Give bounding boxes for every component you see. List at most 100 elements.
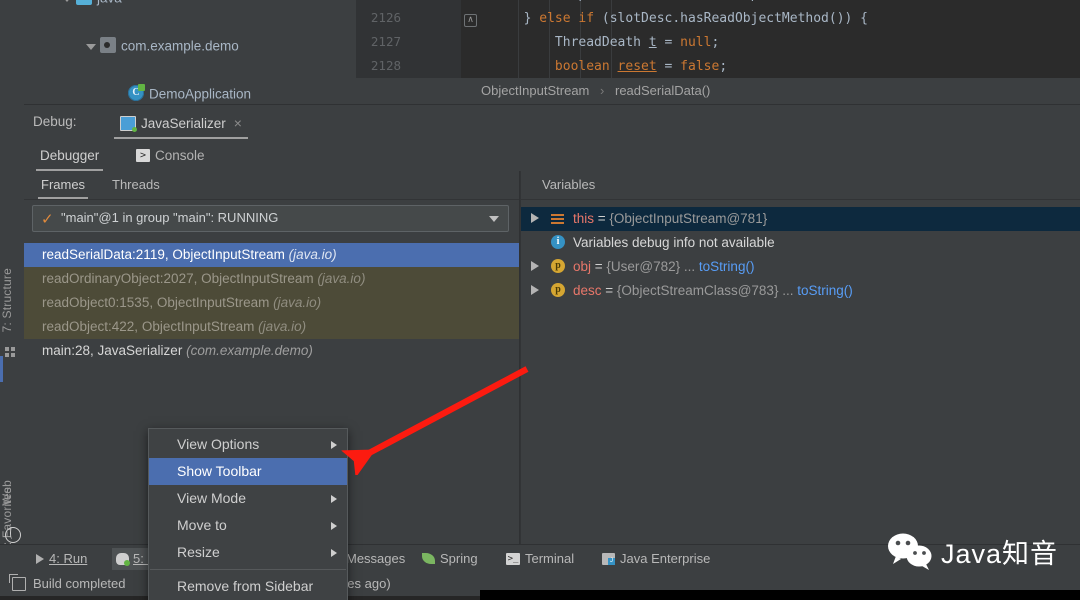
context-menu: View Options Show Toolbar View Mode Move… <box>148 428 348 600</box>
tab-variables[interactable]: Variables <box>539 175 598 197</box>
editor-gutter[interactable]: 2125 2126 2127 2128 <box>356 0 461 78</box>
tab-label: Frames <box>41 177 86 192</box>
frame-package: (com.example.demo) <box>186 343 313 358</box>
frame-name: readObject:422, ObjectInputStream <box>42 319 255 334</box>
variable-name: obj <box>573 259 592 274</box>
folder-icon <box>76 0 92 6</box>
variable-tostring-link[interactable]: toString() <box>797 283 853 298</box>
tree-item-package[interactable]: com.example.demo <box>24 34 356 58</box>
menu-item-view-options[interactable]: View Options <box>149 431 347 458</box>
debug-label: Debug: <box>33 114 77 129</box>
menu-item-resize[interactable]: Resize <box>149 539 347 566</box>
variable-row-obj[interactable]: obj = {User@782} ... toString() <box>521 255 1080 279</box>
menu-item-view-mode[interactable]: View Mode <box>149 485 347 512</box>
tab-label: Variables <box>542 177 596 192</box>
breadcrumb-class[interactable]: ObjectInputStream <box>481 83 589 98</box>
line-number: 2128 <box>370 58 401 73</box>
sidebar-item-structure[interactable]: 7: Structure <box>0 268 24 332</box>
frame-package: (java.io) <box>258 319 307 334</box>
tool-window-button-label: Spring <box>440 551 478 566</box>
tab-console[interactable]: > Console <box>132 145 209 169</box>
frame-name: readOrdinaryObject:2027, ObjectInputStre… <box>42 271 314 286</box>
submenu-arrow-icon <box>331 495 337 503</box>
chevron-right-icon[interactable] <box>531 285 539 295</box>
variable-row-info: Variables debug info not available <box>521 231 1080 255</box>
screen-edge-strip <box>480 590 1080 600</box>
tool-window-button-spring[interactable]: Spring <box>418 548 482 570</box>
structure-icon <box>5 344 19 358</box>
code-line[interactable]: boolean reset = false; <box>461 59 727 74</box>
variables-debug-info-note: Variables debug info not available <box>573 235 775 250</box>
menu-separator <box>150 569 346 570</box>
tool-window-button-label: Messages <box>346 551 406 566</box>
red-arrow-annotation <box>341 366 529 475</box>
code-line[interactable]: ThreadDeath t = null; <box>461 35 719 50</box>
ide-window: java com.example.demo DemoApplication Fa… <box>0 0 1080 600</box>
left-tool-sidebar[interactable]: 7: Structure 2: Favorites ★ Web <box>0 104 25 572</box>
debug-header: Debug: JavaSerializer × <box>24 105 1080 141</box>
code-line[interactable]: } else if (slotDesc.hasReadObjectMethod(… <box>461 11 868 26</box>
variable-text: this = {ObjectInputStream@781} <box>573 207 767 231</box>
tree-item-label: com.example.demo <box>121 38 239 54</box>
thread-selector[interactable]: ✓ "main"@1 in group "main": RUNNING <box>32 205 509 232</box>
variable-text: desc = {ObjectStreamClass@783} ... toStr… <box>573 279 853 303</box>
menu-item-label: View Options <box>177 436 260 452</box>
debug-tab-label: JavaSerializer <box>141 116 226 131</box>
breadcrumb[interactable]: ObjectInputStream › readSerialData() <box>356 78 1080 104</box>
sidebar-item-label: Web <box>0 480 14 506</box>
tab-debugger[interactable]: Debugger <box>36 145 104 171</box>
tool-window-button-java-enterprise[interactable]: Java Enterprise <box>598 548 714 570</box>
tree-item-java[interactable]: java <box>24 0 356 10</box>
run-icon <box>36 553 44 564</box>
sidebar-item-web-label[interactable]: Web <box>0 480 24 505</box>
chevron-right-icon[interactable] <box>531 261 539 271</box>
variable-value: {ObjectInputStream@781} <box>609 211 768 226</box>
breadcrumb-separator-icon: › <box>600 83 605 98</box>
chevron-down-icon[interactable] <box>489 216 499 222</box>
chevron-down-icon[interactable] <box>62 0 72 3</box>
tree-item-demoapplication[interactable]: DemoApplication <box>24 82 356 104</box>
close-icon[interactable]: × <box>234 115 242 131</box>
chevron-down-icon[interactable] <box>86 44 96 51</box>
tab-frames[interactable]: Frames <box>38 175 89 199</box>
field-icon <box>551 212 564 225</box>
variables-panel-tabs: Variables <box>521 171 1080 200</box>
tool-window-button-terminal[interactable]: >_ Terminal <box>502 548 578 570</box>
tool-window-button-label: Terminal <box>525 551 575 566</box>
frame-row[interactable]: readSerialData:2119, ObjectInputStream (… <box>24 243 537 267</box>
tool-window-button-run[interactable]: 4: Run <box>32 548 91 570</box>
wechat-icon <box>887 533 932 570</box>
tree-item-label: DemoApplication <box>149 86 252 102</box>
tab-threads[interactable]: Threads <box>109 175 163 197</box>
code-line[interactable]: skipCustomData(); // skip rest <box>461 0 798 2</box>
menu-item-label: Show Toolbar <box>177 463 262 479</box>
menu-item-show-toolbar[interactable]: Show Toolbar <box>149 458 347 485</box>
menu-item-label: Resize <box>177 544 220 560</box>
menu-item-remove-from-sidebar[interactable]: Remove from Sidebar <box>149 573 347 600</box>
variable-row-desc[interactable]: desc = {ObjectStreamClass@783} ... toStr… <box>521 279 1080 303</box>
frame-row[interactable]: readObject:422, ObjectInputStream (java.… <box>24 315 537 339</box>
code-editor[interactable]: 2125 2126 2127 2128 ∧ skipCustomData(); … <box>356 0 1080 78</box>
parameter-icon <box>551 259 565 273</box>
chevron-right-icon[interactable] <box>531 213 539 223</box>
debug-icon <box>116 552 130 566</box>
project-tree[interactable]: java com.example.demo DemoApplication Fa… <box>24 0 356 104</box>
tab-label: Debugger <box>40 148 100 163</box>
line-number: 2125 <box>356 0 401 1</box>
submenu-arrow-icon <box>331 549 337 557</box>
frame-row[interactable]: readObject0:1535, ObjectInputStream (jav… <box>24 291 537 315</box>
variable-row-this[interactable]: this = {ObjectInputStream@781} <box>521 207 1080 231</box>
class-icon <box>128 84 145 102</box>
breadcrumb-method[interactable]: readSerialData() <box>615 83 710 98</box>
menu-item-move-to[interactable]: Move to <box>149 512 347 539</box>
sidebar-accent <box>0 356 3 382</box>
variable-tostring-link[interactable]: toString() <box>699 259 755 274</box>
run-configuration-icon <box>120 115 137 132</box>
frame-package: (java.io) <box>273 295 322 310</box>
debug-session-tab[interactable]: JavaSerializer × <box>114 111 248 139</box>
watermark-text: Java知音 <box>940 538 1058 569</box>
tab-label: Console <box>155 148 205 163</box>
frame-row[interactable]: readOrdinaryObject:2027, ObjectInputStre… <box>24 267 537 291</box>
status-text-left: Build completed <box>33 576 126 591</box>
check-icon: ✓ <box>41 211 54 228</box>
